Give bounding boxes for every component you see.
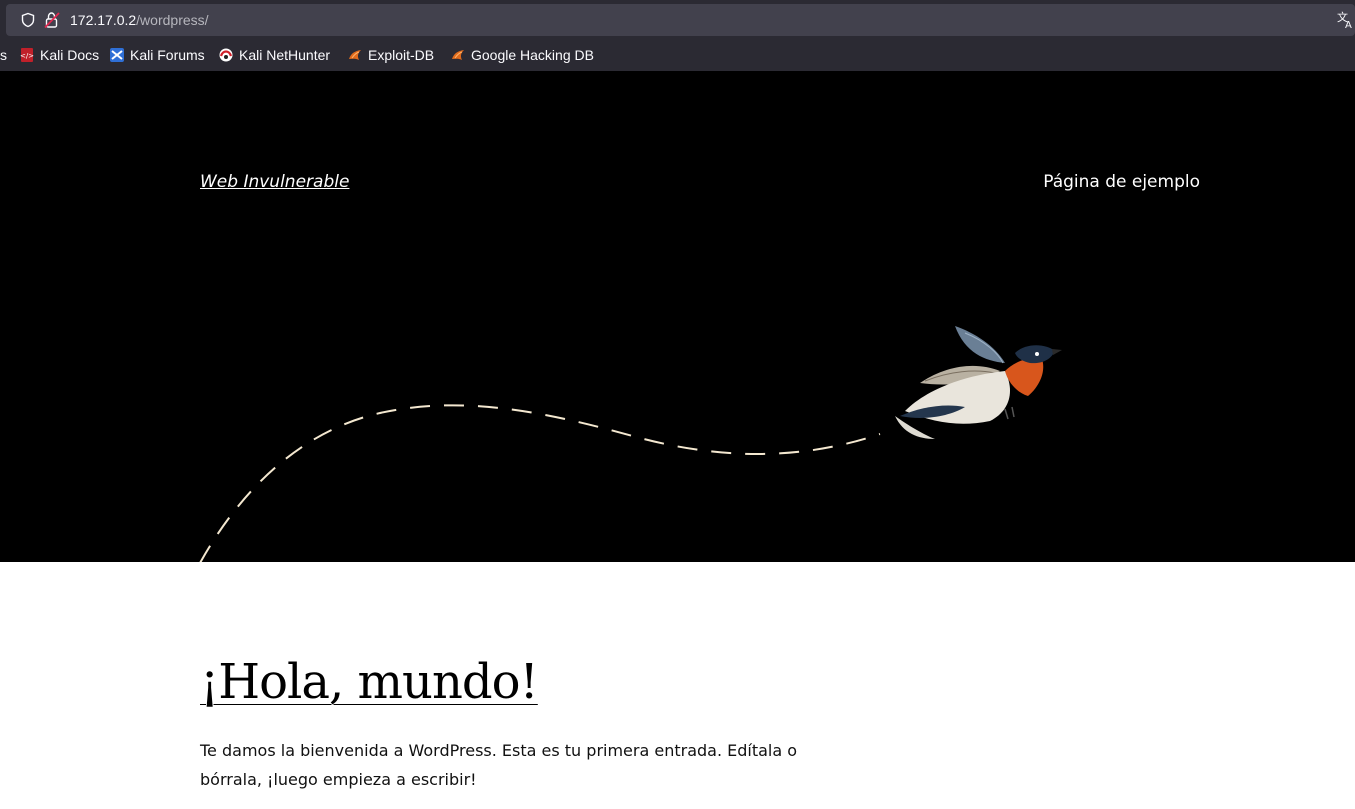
header-illustration: [199, 326, 1062, 562]
bookmark-exploit-db[interactable]: Exploit-DB: [347, 46, 434, 64]
site-title-link[interactable]: Web Invulnerable: [200, 172, 349, 192]
svg-text:A: A: [1345, 20, 1352, 29]
bookmark-label: Kali NetHunter: [239, 47, 331, 63]
bookmark-clipped[interactable]: s: [0, 47, 7, 63]
site-header: Web Invulnerable Página de ejemplo: [0, 71, 1355, 562]
exploit-db-icon: [349, 50, 361, 60]
kali-docs-icon: </>: [20, 48, 34, 62]
tracking-protection-shield-icon[interactable]: [20, 12, 36, 28]
post-excerpt: Te damos la bienvenida a WordPress. Esta…: [200, 741, 798, 789]
url-text[interactable]: 172.17.0.2/wordpress/: [70, 11, 209, 29]
address-bar[interactable]: 172.17.0.2/wordpress/ 文 A: [6, 4, 1355, 36]
kali-nethunter-icon: [219, 48, 233, 62]
bookmark-label: Exploit-DB: [368, 47, 435, 63]
bookmarks-toolbar: s </> Kali Docs Kali Forums Kali NetHunt…: [0, 40, 1355, 70]
translate-icon[interactable]: 文 A: [1337, 11, 1355, 29]
url-host: 172.17.0.2: [70, 12, 137, 28]
kali-forums-icon: [110, 48, 124, 62]
post-title-link[interactable]: ¡Hola, mundo!: [200, 652, 539, 712]
bookmark-kali-nethunter[interactable]: Kali NetHunter: [218, 46, 330, 64]
bird-illustration-icon: [895, 326, 1062, 439]
bookmark-kali-docs[interactable]: </> Kali Docs: [19, 46, 99, 64]
bookmark-label: Kali Forums: [130, 47, 205, 63]
bookmark-label: Google Hacking DB: [471, 47, 594, 63]
bookmark-label: Kali Docs: [40, 47, 100, 63]
google-hacking-db-icon: [452, 50, 464, 60]
svg-text:</>: </>: [20, 52, 34, 60]
nav-link-sample-page[interactable]: Página de ejemplo: [1043, 172, 1200, 192]
url-path: /wordpress/: [136, 12, 209, 28]
bookmark-kali-forums[interactable]: Kali Forums: [109, 46, 205, 64]
bookmark-google-hacking-db[interactable]: Google Hacking DB: [450, 46, 594, 64]
insecure-lock-icon[interactable]: [44, 11, 60, 29]
dashed-flight-path: [199, 404, 881, 562]
browser-chrome: 172.17.0.2/wordpress/ 文 A s </> Kali Doc…: [0, 0, 1355, 71]
main-content: ¡Hola, mundo! Te damos la bienvenida a W…: [0, 562, 1355, 809]
